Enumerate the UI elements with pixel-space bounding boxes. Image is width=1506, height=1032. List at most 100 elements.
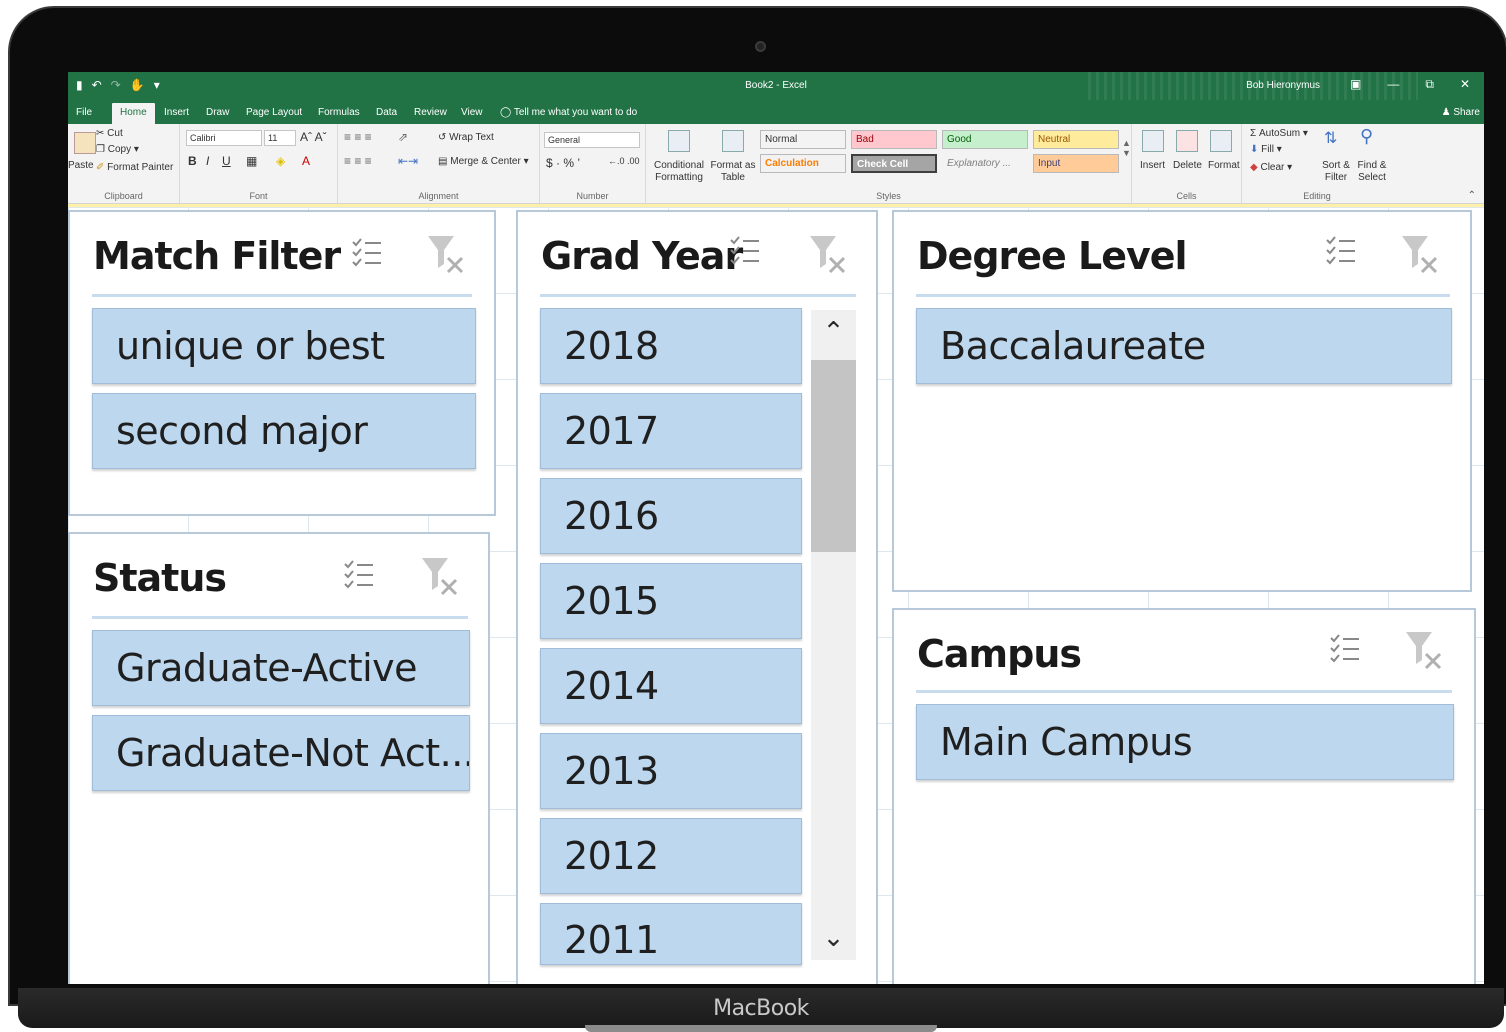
indent-icon[interactable]: ⇤⇥ <box>398 154 418 168</box>
tab-page-layout[interactable]: Page Layout <box>246 107 302 118</box>
slicer-item[interactable]: 2014 <box>540 648 802 724</box>
tab-insert[interactable]: Insert <box>164 107 189 118</box>
multi-select-icon[interactable] <box>342 558 376 594</box>
merge-center-button[interactable]: ▤ Merge & Center ▾ <box>438 156 529 167</box>
styles-scroll-icon[interactable]: ▲ ▼ <box>1122 138 1131 158</box>
insert-cells-icon[interactable] <box>1142 130 1164 152</box>
sort-filter-icon[interactable]: ⇅ <box>1324 128 1337 148</box>
multi-select-icon[interactable] <box>350 236 384 272</box>
fill-color-icon[interactable]: ◈ <box>276 154 285 168</box>
style-good[interactable]: Good <box>942 130 1028 149</box>
tab-file[interactable]: File <box>76 107 92 118</box>
style-neutral[interactable]: Neutral <box>1033 130 1119 149</box>
slicer-item[interactable]: Graduate-Not Act... <box>92 715 470 791</box>
slicer-item[interactable]: unique or best <box>92 308 476 384</box>
collapse-ribbon-icon[interactable]: ⌃ <box>1468 190 1476 201</box>
tab-review[interactable]: Review <box>414 107 447 118</box>
slicer-item[interactable]: 2013 <box>540 733 802 809</box>
tell-me-search[interactable]: ◯ Tell me what you want to do <box>500 107 637 118</box>
format-painter-button[interactable]: ✐ Format Painter <box>96 162 173 173</box>
align-left-icon[interactable]: ≡ ≡ ≡ <box>344 154 372 168</box>
font-color-icon[interactable]: A <box>302 154 310 168</box>
copy-button[interactable]: ❐ Copy ▾ <box>96 144 139 155</box>
sort-filter-button[interactable]: Sort & Filter <box>1318 160 1354 184</box>
clear-filter-icon[interactable] <box>420 554 460 598</box>
style-explanatory[interactable]: Explanatory ... <box>942 154 1028 173</box>
slicer-status[interactable]: Status Graduate-Active Graduate-Not Act.… <box>68 532 490 984</box>
fill-button[interactable]: ⬇ Fill ▾ <box>1250 144 1282 155</box>
number-format-dropdown[interactable]: General <box>544 132 640 148</box>
currency-icon[interactable]: $ · % ’ <box>546 156 580 170</box>
tab-view[interactable]: View <box>461 107 483 118</box>
clear-button[interactable]: ◆ Clear ▾ <box>1250 162 1292 173</box>
slicer-item[interactable]: 2015 <box>540 563 802 639</box>
scroll-up-icon[interactable]: ⌃ <box>811 312 856 352</box>
find-select-icon[interactable]: ⚲ <box>1360 126 1373 147</box>
style-normal[interactable]: Normal <box>760 130 846 149</box>
paste-button[interactable]: Paste <box>68 160 94 171</box>
multi-select-icon[interactable] <box>728 234 762 270</box>
conditional-formatting-icon[interactable] <box>668 130 690 152</box>
decimal-icon[interactable]: ←.0 .00 <box>608 156 640 166</box>
bold-button[interactable]: B <box>188 154 197 168</box>
clear-filter-icon[interactable] <box>426 232 466 276</box>
underline-button[interactable]: U <box>222 154 231 168</box>
find-select-button[interactable]: Find & Select <box>1354 160 1390 184</box>
font-size-dropdown[interactable]: 11 <box>264 130 296 146</box>
style-calculation[interactable]: Calculation <box>760 154 846 173</box>
multi-select-icon[interactable] <box>1328 632 1362 668</box>
slicer-header-divider <box>92 294 472 297</box>
align-top-icon[interactable]: ≡ ≡ ≡ <box>344 130 372 144</box>
slicer-item[interactable]: 2018 <box>540 308 802 384</box>
slicer-item[interactable]: 2011 <box>540 903 802 965</box>
slicer-degree-level[interactable]: Degree Level Baccalaureate <box>892 210 1472 592</box>
font-name-dropdown[interactable]: Calibri <box>186 130 262 146</box>
tab-home[interactable]: Home <box>112 103 155 124</box>
slicer-item[interactable]: Main Campus <box>916 704 1454 780</box>
format-cells-button[interactable]: Format <box>1208 160 1240 171</box>
cut-button[interactable]: ✂ Cut <box>96 128 123 139</box>
format-as-table-button[interactable]: Format as Table <box>708 160 758 184</box>
delete-cells-icon[interactable] <box>1176 130 1198 152</box>
orientation-icon[interactable]: ⇗ <box>398 130 408 144</box>
slicer-item[interactable]: Graduate-Active <box>92 630 470 706</box>
format-cells-icon[interactable] <box>1210 130 1232 152</box>
style-check-cell[interactable]: Check Cell <box>851 154 937 173</box>
italic-button[interactable]: I <box>206 154 209 168</box>
minimize-icon[interactable]: — <box>1387 77 1399 92</box>
slicer-item[interactable]: 2017 <box>540 393 802 469</box>
close-icon[interactable]: ✕ <box>1460 77 1470 92</box>
tab-formulas[interactable]: Formulas <box>318 107 360 118</box>
conditional-formatting-button[interactable]: Conditional Formatting <box>650 160 708 184</box>
slicer-match-filter[interactable]: Match Filter unique or best second major <box>68 210 496 516</box>
style-bad[interactable]: Bad <box>851 130 937 149</box>
slicer-campus[interactable]: Campus Main Campus <box>892 608 1476 984</box>
scrollbar-thumb[interactable] <box>811 360 856 552</box>
multi-select-icon[interactable] <box>1324 234 1358 270</box>
tab-data[interactable]: Data <box>376 107 397 118</box>
slicer-grad-year[interactable]: Grad Year 2018 2017 2016 2015 2014 2013 … <box>516 210 878 984</box>
slicer-item[interactable]: second major <box>92 393 476 469</box>
clear-filter-icon[interactable] <box>1404 628 1444 672</box>
tab-draw[interactable]: Draw <box>206 107 229 118</box>
wrap-text-button[interactable]: ↺ Wrap Text <box>438 132 494 143</box>
user-name[interactable]: Bob Hieronymus <box>1246 80 1320 91</box>
share-button[interactable]: ♟ Share <box>1442 107 1480 118</box>
clear-filter-icon[interactable] <box>808 232 848 276</box>
grow-font-icon[interactable]: Aˆ Aˇ <box>300 130 327 144</box>
autosum-button[interactable]: Σ AutoSum ▾ <box>1250 128 1308 139</box>
slicer-item[interactable]: 2016 <box>540 478 802 554</box>
paste-icon[interactable] <box>74 132 96 154</box>
slicer-item[interactable]: Baccalaureate <box>916 308 1452 384</box>
delete-cells-button[interactable]: Delete <box>1173 160 1202 171</box>
format-as-table-icon[interactable] <box>722 130 744 152</box>
scroll-down-icon[interactable]: ⌄ <box>811 918 856 958</box>
font-group: Calibri 11 Aˆ Aˇ B I U ▦ ◈ A Font <box>180 124 338 204</box>
restore-icon[interactable]: ⧉ <box>1425 77 1434 92</box>
slicer-item[interactable]: 2012 <box>540 818 802 894</box>
ribbon-display-icon[interactable]: ▣ <box>1350 77 1361 92</box>
style-input[interactable]: Input <box>1033 154 1119 173</box>
clear-filter-icon[interactable] <box>1400 232 1440 276</box>
border-icon[interactable]: ▦ <box>246 154 257 168</box>
insert-cells-button[interactable]: Insert <box>1140 160 1165 171</box>
